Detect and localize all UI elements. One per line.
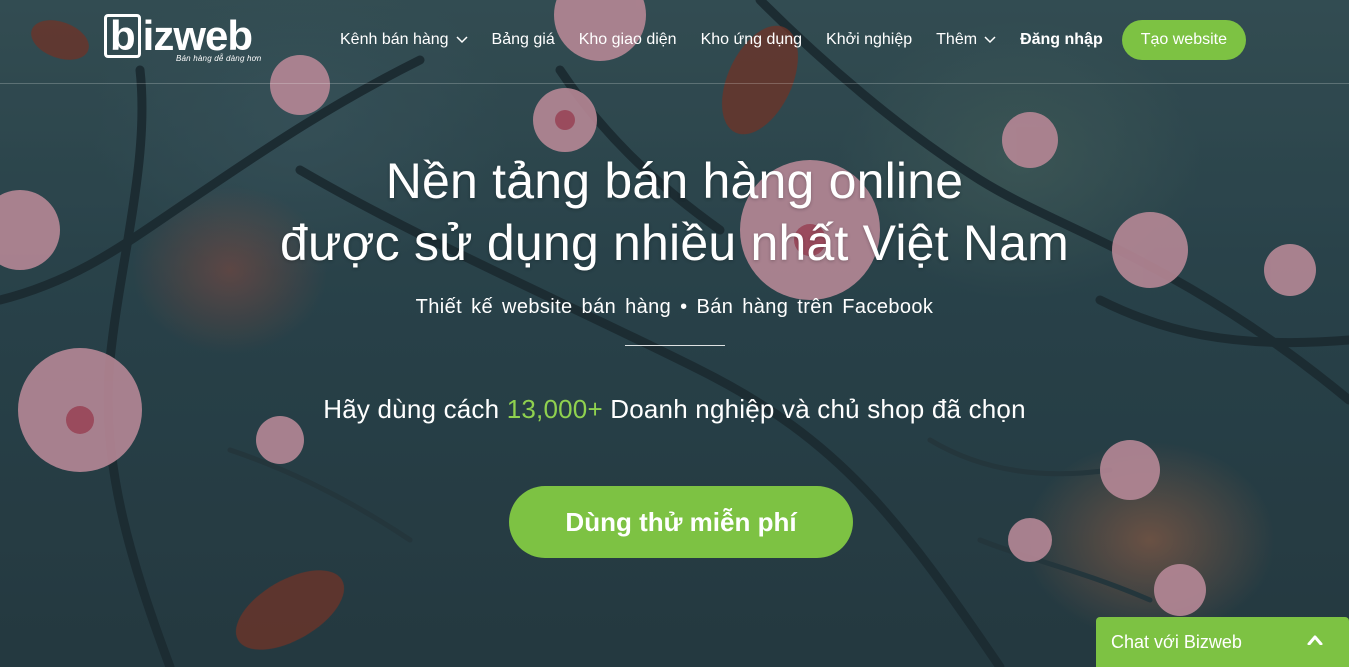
hero-divider [625, 345, 725, 346]
chevron-down-icon [456, 36, 468, 44]
logo-rest: izweb [142, 12, 253, 59]
nav-item-label: Kênh bán hàng [340, 31, 449, 48]
login-link[interactable]: Đăng nhập [1020, 31, 1103, 49]
hero-subtitle: Thiết kế website bán hàng • Bán hàng trê… [415, 296, 934, 318]
nav-item-label: Khởi nghiệp [826, 31, 913, 48]
hero-title-line1: Nền tảng bán hàng online [385, 153, 964, 209]
claim-prefix: Hãy dùng cách [323, 394, 507, 424]
chevron-up-icon[interactable] [1307, 635, 1323, 645]
background-overlay [0, 0, 1349, 667]
nav-item-label: Thêm [936, 31, 978, 48]
logo-tagline: Bán hàng dễ dàng hơn [176, 54, 262, 63]
free-trial-button[interactable]: Dùng thử miễn phí [509, 486, 853, 558]
chevron-down-icon [984, 36, 996, 44]
chat-label: Chat với Bizweb [1111, 631, 1242, 652]
logo-letter: b [104, 14, 141, 58]
chat-widget[interactable]: Chat với Bizweb [1096, 617, 1349, 667]
nav-item-label: Kho giao diện [578, 31, 677, 48]
nav-item-apps[interactable]: Kho ứng dụng [701, 31, 802, 49]
nav-item-sales-channels[interactable]: Kênh bán hàng [340, 31, 468, 49]
claim-suffix: Doanh nghiệp và chủ shop đã chọn [602, 394, 1026, 424]
nav-item-label: Kho ứng dụng [700, 31, 803, 48]
create-website-button[interactable]: Tạo website [1121, 20, 1246, 60]
main-nav: Kênh bán hàng Bảng giá Kho giao diện Kho… [340, 0, 1246, 80]
nav-item-themes[interactable]: Kho giao diện [579, 31, 677, 49]
site-header: b izweb Bán hàng dễ dàng hơn Kênh bán hàn… [0, 0, 1349, 84]
claim-number: 13,000+ [506, 394, 603, 424]
nav-item-more[interactable]: Thêm [936, 31, 996, 49]
hero-title: Nền tảng bán hàng online được sử dụng nh… [0, 150, 1349, 274]
logo-wordmark: b izweb [104, 12, 253, 60]
hero-title-line2: được sử dụng nhiều nhất Việt Nam [280, 215, 1069, 271]
nav-item-label: Bảng giá [491, 31, 555, 48]
bizweb-logo[interactable]: b izweb Bán hàng dễ dàng hơn [104, 12, 280, 68]
nav-item-startup[interactable]: Khởi nghiệp [826, 31, 912, 49]
hero-claim: Hãy dùng cách 13,000+ Doanh nghiệp và ch… [0, 394, 1349, 425]
nav-item-pricing[interactable]: Bảng giá [492, 31, 555, 49]
